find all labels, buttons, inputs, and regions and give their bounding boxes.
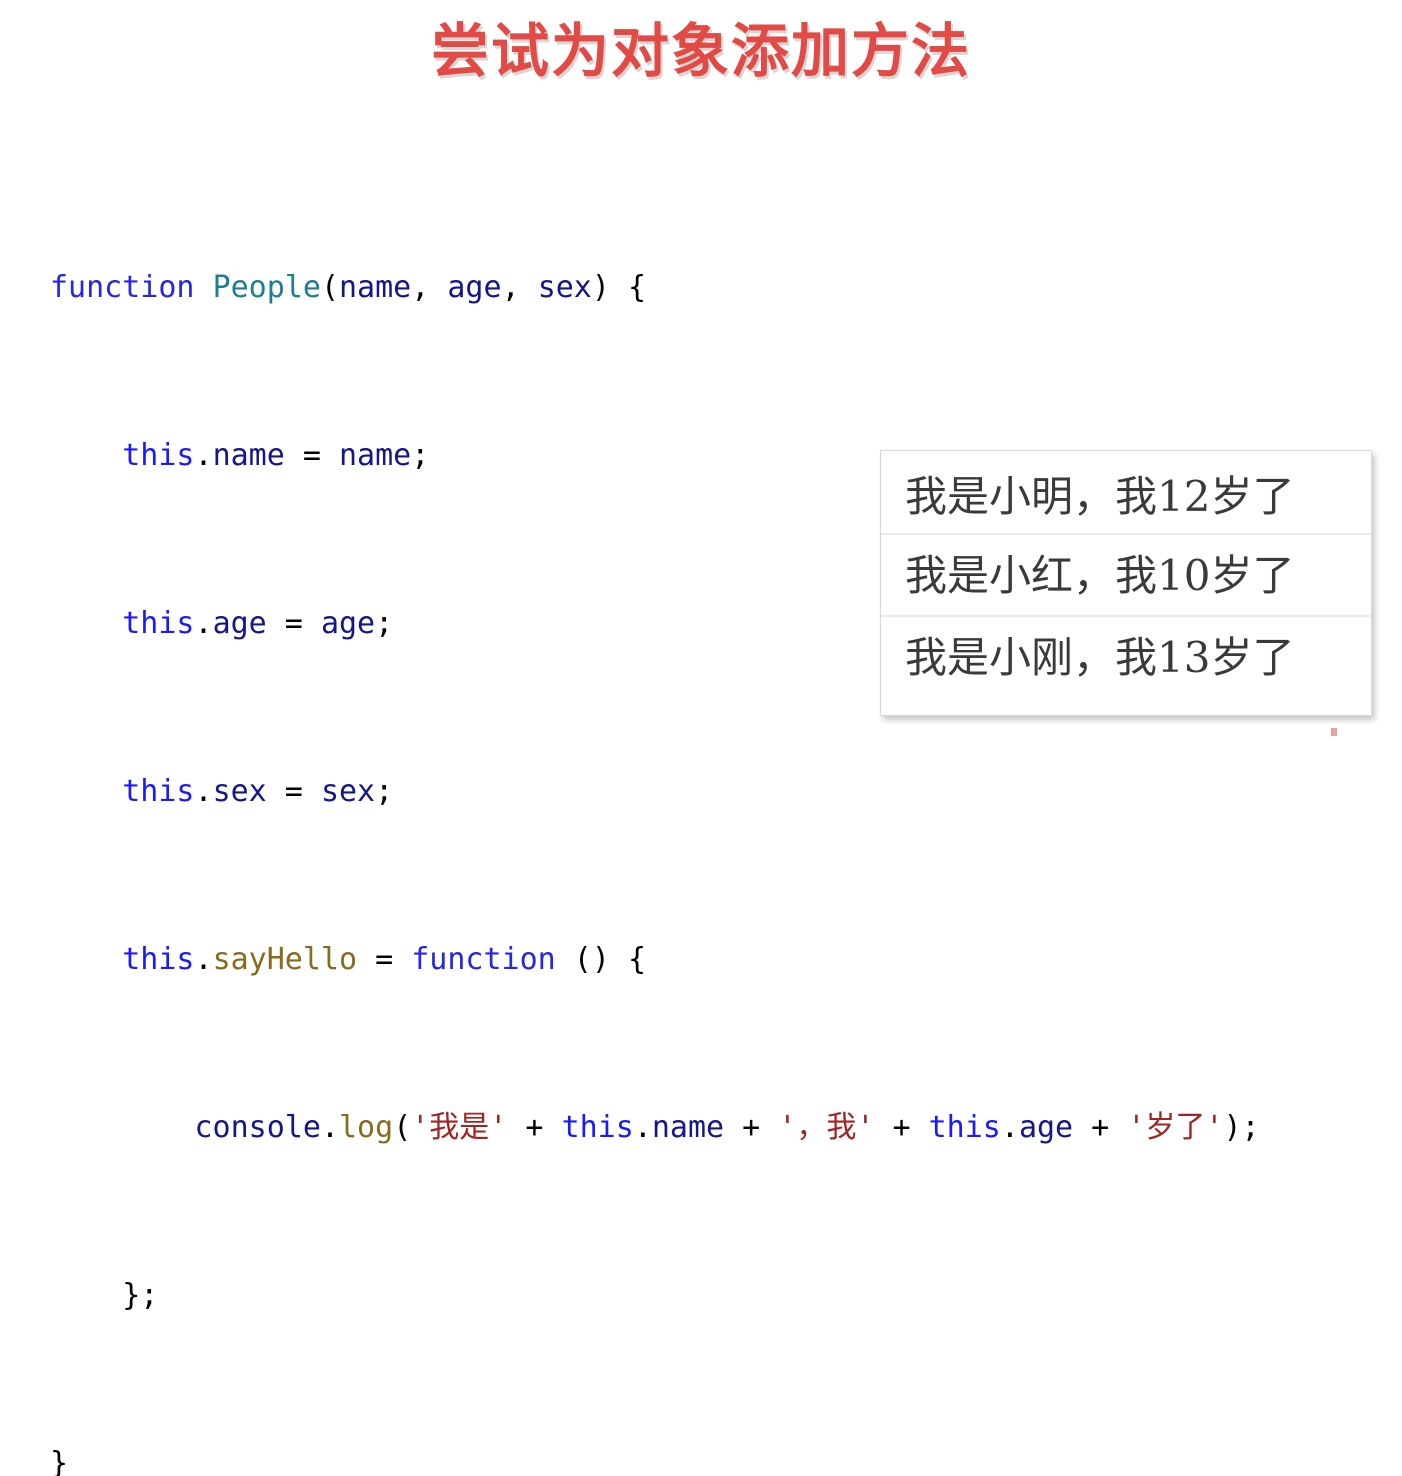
code-line-5: this.sayHello = function () { (122, 942, 647, 977)
param-sex: sex (537, 270, 592, 305)
class-name-people: People (212, 270, 321, 305)
pink-speck-artifact (1331, 728, 1337, 736)
code-block: function People(name, age, sex) { this.n… (50, 141, 1390, 1476)
keyword-this: this (122, 438, 195, 473)
value-name: name (339, 438, 412, 473)
keyword-function: function (50, 270, 195, 305)
value-sex: sex (320, 774, 376, 809)
code-line-8: } (50, 1446, 69, 1476)
string-comma-wo: '，我' (778, 1110, 875, 1145)
page-title: 尝试为对象添加方法 (430, 17, 971, 85)
property-age: age (1018, 1110, 1074, 1145)
console-output-row: 我是小红，我10岁了 (881, 533, 1371, 615)
string-woshi: '我是' (411, 1110, 508, 1145)
code-line-7: }; (50, 1278, 159, 1313)
code-line-1: function People(name, age, sex) { (50, 270, 647, 305)
console-output-row: 我是小刚，我13岁了 (881, 615, 1371, 697)
keyword-this: this (928, 1110, 1001, 1145)
console-output-row: 我是小明，我12岁了 (905, 472, 1295, 521)
keyword-this: this (122, 774, 195, 809)
property-age: age (212, 606, 267, 641)
param-name: name (339, 270, 412, 305)
value-age: age (320, 606, 376, 641)
object-console: console (194, 1110, 321, 1145)
string-suile: '岁了' (1127, 1110, 1224, 1145)
method-log: log (339, 1110, 394, 1145)
keyword-this: this (122, 942, 195, 977)
property-name: name (212, 438, 285, 473)
property-sex: sex (212, 774, 267, 809)
code-line-4: this.sex = sex; (122, 774, 394, 809)
console-output-panel: 我是小明，我12岁了 我是小红，我10岁了 我是小刚，我13岁了 (880, 450, 1372, 716)
keyword-this: this (122, 606, 195, 641)
keyword-this: this (561, 1110, 634, 1145)
keyword-function: function (411, 942, 556, 977)
code-line-6: console.log('我是' + this.name + '，我' + th… (194, 1110, 1260, 1145)
param-age: age (447, 270, 502, 305)
property-name: name (651, 1110, 725, 1145)
method-sayhello: sayHello (212, 942, 358, 977)
